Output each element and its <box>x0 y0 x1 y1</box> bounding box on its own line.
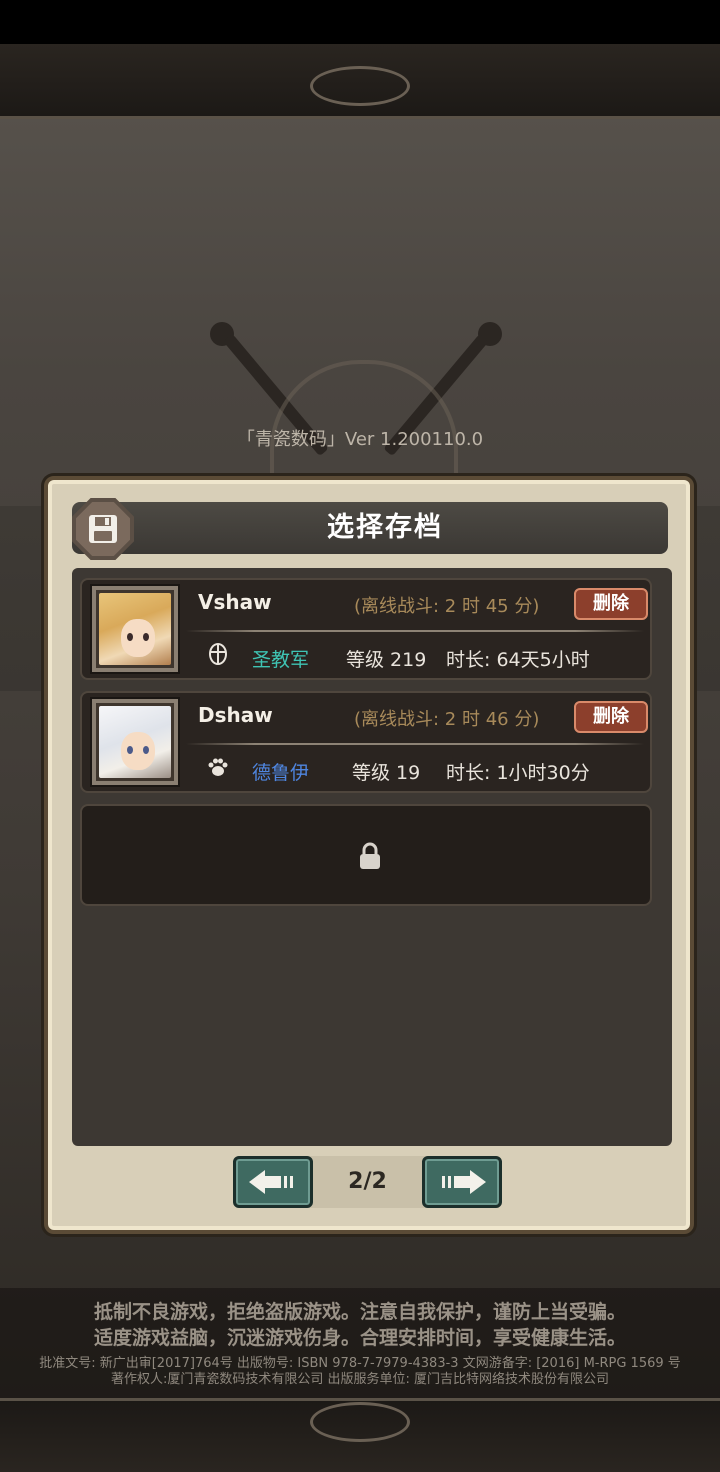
arrow-right-icon <box>442 1170 486 1194</box>
prev-page-button[interactable] <box>233 1156 313 1208</box>
slot-level: 等级 19 <box>352 762 421 784</box>
portrait-art <box>99 706 171 778</box>
dialog-title: 选择存档 <box>327 512 443 543</box>
character-portrait <box>90 697 180 787</box>
slot-character-name: Vshaw <box>198 590 272 614</box>
slot-offline-battle: (离线战斗: 2 时 46 分) <box>354 709 540 730</box>
frame-ornament-bottom <box>310 1402 410 1442</box>
character-portrait <box>90 584 180 674</box>
slot-character-name: Dshaw <box>198 703 273 727</box>
slot-class-name: 德鲁伊 <box>252 762 310 784</box>
slot-offline-battle: (离线战斗: 2 时 45 分) <box>354 596 540 617</box>
save-slot-1[interactable]: Vshaw (离线战斗: 2 时 45 分) 删除 圣教军 等级 219 时长:… <box>80 578 652 680</box>
delete-button[interactable]: 删除 <box>574 588 648 620</box>
lock-icon <box>360 842 380 869</box>
portrait-art <box>99 593 171 665</box>
slot-level: 等级 219 <box>346 649 427 671</box>
portrait-face <box>121 619 155 657</box>
frame-ornament-top <box>310 66 410 106</box>
portrait-eye <box>143 633 149 641</box>
slot-divider <box>186 743 644 745</box>
locked-save-slot[interactable] <box>80 804 652 906</box>
health-notice-line-2: 适度游戏益脑，沉迷游戏伤身。合理安排时间，享受健康生活。 <box>93 1327 626 1349</box>
paw-icon <box>208 758 228 776</box>
save-slot-2[interactable]: Dshaw (离线战斗: 2 时 46 分) 删除 德鲁伊 等级 19 时长: … <box>80 691 652 793</box>
version-label: 「青瓷数码」Ver 1.200110.0 <box>236 429 484 450</box>
slot-playtime: 时长: 1小时30分 <box>446 762 590 784</box>
cross-shield-icon <box>209 643 227 665</box>
health-notice-line-1: 抵制不良游戏，拒绝盗版游戏。注意自我保护，谨防上当受骗。 <box>93 1301 626 1323</box>
slot-divider <box>186 630 644 632</box>
portrait-eye <box>143 746 149 754</box>
page-indicator: 2/2 <box>348 1169 387 1194</box>
slot-playtime: 时长: 64天5小时 <box>446 649 590 671</box>
portrait-eye <box>127 633 133 641</box>
arrow-left-icon <box>249 1170 293 1194</box>
legal-info-line-2: 著作权人:厦门青瓷数码技术有限公司 出版服务单位: 厦门吉比特网络技术股份有限公… <box>110 1372 610 1387</box>
portrait-eye <box>127 746 133 754</box>
status-bar <box>0 0 720 44</box>
portrait-face <box>121 732 155 770</box>
next-page-button[interactable] <box>422 1156 502 1208</box>
delete-button[interactable]: 删除 <box>574 701 648 733</box>
slot-class-name: 圣教军 <box>252 649 310 671</box>
